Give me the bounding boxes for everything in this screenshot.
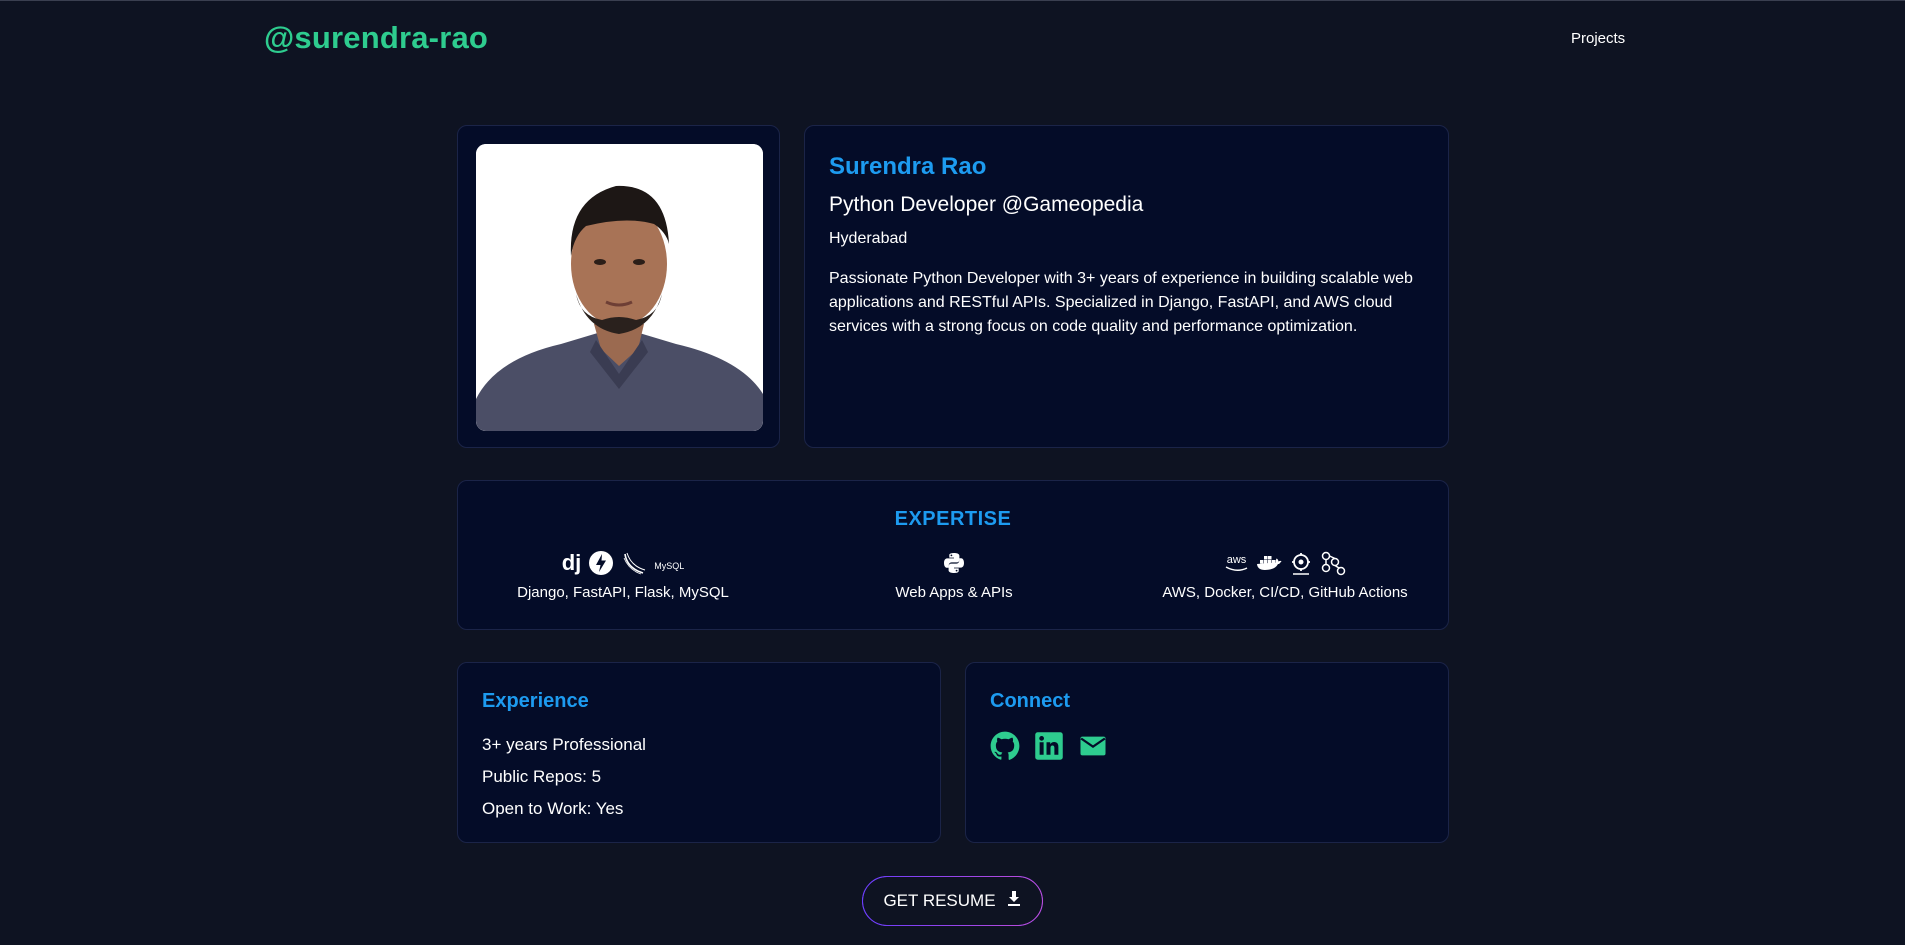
fact-public-repos: Public Repos: 5 — [482, 767, 602, 786]
expertise-backend-label: Django, FastAPI, Flask, MySQL — [517, 584, 729, 601]
mysql-icon: MySQL — [654, 561, 685, 571]
social-links — [990, 731, 1108, 761]
top-border — [0, 0, 1905, 1]
experience-card: Experience 3+ years Professional Public … — [457, 662, 941, 843]
profile-bio: Passionate Python Developer with 3+ year… — [829, 270, 1413, 335]
expertise-devops: aws AWS, Docker, CI/CD, GitHub Actions — [1120, 548, 1450, 601]
connect-title: Connect — [990, 690, 1070, 712]
django-icon: dj — [561, 550, 582, 575]
profile-photo-card — [457, 125, 780, 448]
fastapi-icon — [588, 550, 614, 576]
experience-title: Experience — [482, 690, 589, 712]
download-icon — [1006, 890, 1022, 913]
fact-open-to-work: Open to Work: Yes — [482, 799, 624, 818]
experience-facts: 3+ years Professional Public Repos: 5 Op… — [482, 733, 646, 829]
expertise-backend: dj MySQL Django, FastAPI, Flask, MySQL — [458, 548, 788, 601]
flask-icon — [621, 550, 647, 576]
profile-role: Python Developer @Gameopedia — [829, 193, 1144, 216]
profile-location: Hyderabad — [829, 230, 908, 247]
python-icon — [942, 551, 966, 575]
get-resume-button[interactable]: GET RESUME — [862, 876, 1043, 926]
get-resume-label: GET RESUME — [883, 891, 996, 910]
github-icon[interactable] — [990, 731, 1020, 761]
profile-photo — [476, 144, 763, 431]
aws-icon: aws — [1225, 554, 1249, 572]
profile-photo-image — [476, 144, 763, 431]
expertise-web-label: Web Apps & APIs — [895, 584, 1013, 601]
connect-card: Connect — [965, 662, 1449, 843]
intro-card: Surendra Rao Python Developer @Gameopedi… — [804, 125, 1449, 448]
github-actions-icon — [1320, 550, 1346, 576]
fact-years: 3+ years Professional — [482, 735, 646, 754]
expertise-web: Web Apps & APIs — [789, 548, 1119, 601]
expertise-title: EXPERTISE — [894, 508, 1012, 530]
expertise-devops-label: AWS, Docker, CI/CD, GitHub Actions — [1162, 584, 1408, 601]
linkedin-icon[interactable] — [1034, 731, 1064, 761]
brand-logo[interactable]: @surendra-rao — [264, 20, 488, 56]
cicd-icon — [1289, 551, 1313, 575]
docker-icon — [1256, 552, 1282, 574]
profile-name: Surendra Rao — [829, 153, 987, 180]
email-icon[interactable] — [1078, 731, 1108, 761]
nav-projects-link[interactable]: Projects — [1571, 30, 1625, 47]
expertise-card: EXPERTISE dj MySQL Django, FastAPI, Flas… — [457, 480, 1449, 630]
